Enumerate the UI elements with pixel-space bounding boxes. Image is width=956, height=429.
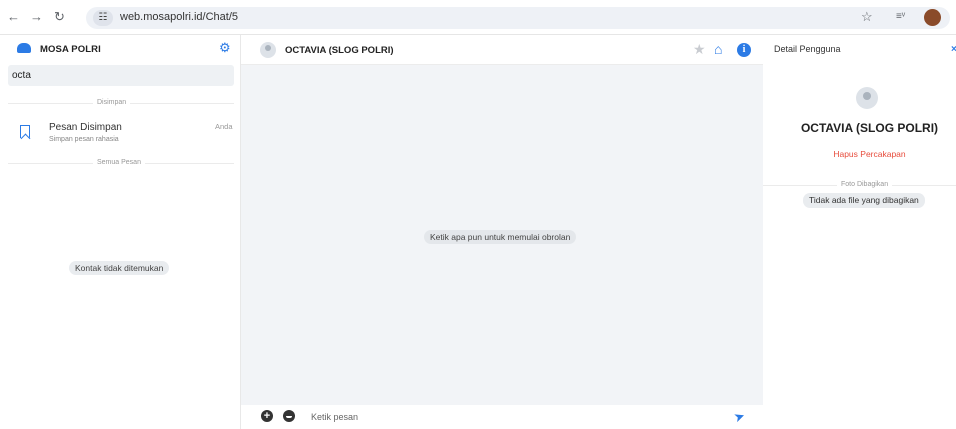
- info-icon[interactable]: i: [737, 43, 751, 57]
- no-files-message: Tidak ada file yang dibagikan: [803, 193, 925, 208]
- brand-title: MOSA POLRI: [40, 44, 101, 55]
- mosa-logo-icon: [17, 43, 31, 53]
- saved-item-title: Pesan Disimpan: [49, 122, 122, 133]
- details-title: Detail Pengguna: [774, 44, 841, 54]
- saved-item-meta: Anda: [215, 122, 233, 131]
- bookmark-star-icon[interactable]: ☆: [861, 9, 873, 25]
- delete-conversation-link[interactable]: Hapus Percakapan: [763, 149, 956, 159]
- empty-contacts-message: Kontak tidak ditemukan: [69, 261, 170, 275]
- sidebar-header: MOSA POLRI ⚙: [0, 35, 240, 63]
- settings-gear-icon[interactable]: ⚙: [219, 40, 231, 56]
- contact-avatar[interactable]: [260, 42, 276, 58]
- back-arrow-icon[interactable]: ←: [7, 9, 20, 25]
- section-saved-label: Disimpan: [93, 99, 131, 106]
- profile-avatar[interactable]: [924, 9, 941, 26]
- conversation-panel: OCTAVIA (SLOG POLRI) ★ ⌂ i Ketik apa pun…: [241, 35, 763, 429]
- conversation-title[interactable]: OCTAVIA (SLOG POLRI): [285, 45, 394, 56]
- shared-photos-label: Foto Dibagikan: [837, 181, 893, 188]
- site-settings-icon[interactable]: ☷: [93, 10, 113, 26]
- close-details-icon[interactable]: ×: [951, 44, 956, 55]
- send-icon[interactable]: ➤: [732, 408, 748, 427]
- chat-list-panel: MOSA POLRI ⚙ Disimpan Pesan Disimpan Sim…: [0, 35, 241, 429]
- user-details-panel: Detail Pengguna × OCTAVIA (SLOG POLRI) H…: [763, 35, 956, 429]
- saved-messages-item[interactable]: Pesan Disimpan Simpan pesan rahasia Anda: [0, 119, 240, 155]
- section-all-label: Semua Pesan: [93, 159, 145, 166]
- url-text[interactable]: web.mosapolri.id/Chat/5: [120, 11, 238, 23]
- conversation-header: OCTAVIA (SLOG POLRI) ★ ⌂ i: [241, 35, 763, 65]
- browser-toolbar: ← → ↻ ☷ web.mosapolri.id/Chat/5 ☆ ≡ᵛ: [0, 0, 956, 35]
- home-icon[interactable]: ⌂: [714, 41, 722, 57]
- message-composer: + ➤: [241, 405, 763, 429]
- reload-icon[interactable]: ↻: [54, 9, 65, 25]
- message-input[interactable]: [311, 409, 691, 424]
- extension-icon[interactable]: ≡ᵛ: [896, 11, 905, 22]
- attach-plus-icon[interactable]: +: [261, 410, 273, 422]
- user-avatar: [856, 87, 878, 109]
- user-name: OCTAVIA (SLOG POLRI): [800, 121, 939, 135]
- start-chat-hint: Ketik apa pun untuk memulai obrolan: [424, 230, 577, 244]
- bookmark-icon: [20, 125, 30, 138]
- search-input[interactable]: [8, 65, 234, 86]
- emoji-icon[interactable]: [283, 410, 295, 422]
- forward-arrow-icon[interactable]: →: [30, 9, 43, 25]
- saved-item-subtitle: Simpan pesan rahasia: [49, 136, 119, 143]
- address-bar[interactable]: ☷ web.mosapolri.id/Chat/5 ☆ ≡ᵛ: [86, 7, 950, 29]
- favorite-star-icon[interactable]: ★: [693, 41, 706, 58]
